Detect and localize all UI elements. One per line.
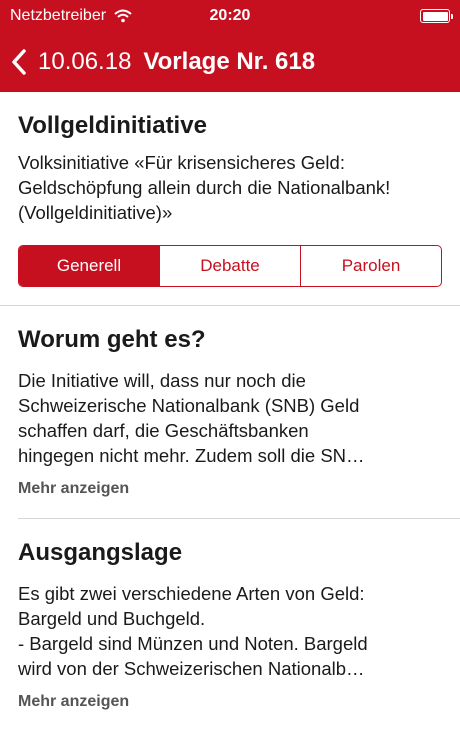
chevron-left-icon <box>12 49 26 75</box>
section-text-line: schaffen darf, die Geschäftsbanken <box>18 420 309 441</box>
section-worum-geht-es: Worum geht es? Die Initiative will, dass… <box>18 306 460 519</box>
top-bar: Netzbetreiber 20:20 10.06.18 Vorlage Nr.… <box>0 0 460 92</box>
tab-segmented-control: Generell Debatte Parolen <box>18 245 442 287</box>
section-text-line: Schweizerische Nationalbank (SNB) Geld <box>18 395 360 416</box>
tab-generell[interactable]: Generell <box>19 246 159 286</box>
battery-icon <box>420 9 453 23</box>
status-time: 20:20 <box>209 7 251 24</box>
page-title: Vorlage Nr. 618 <box>143 48 316 75</box>
section-text-line: - Bargeld sind Münzen und Noten. Bargeld <box>18 633 368 654</box>
section-text: Die Initiative will, dass nur noch die S… <box>18 368 442 468</box>
section-text-line: wird von der Schweizerischen Nationalb… <box>18 658 365 679</box>
section-text-line: Bargeld und Buchgeld. <box>18 608 206 629</box>
vote-description: Volksinitiative «Für krisensicheres Geld… <box>18 152 391 223</box>
section-text-line: Die Initiative will, dass nur noch die <box>18 370 306 391</box>
nav-bar: 10.06.18 Vorlage Nr. 618 <box>0 32 460 92</box>
show-more-link[interactable]: Mehr anzeigen <box>18 693 129 711</box>
back-button[interactable]: 10.06.18 <box>10 48 131 76</box>
vote-title: Vollgeldinitiative <box>18 112 207 139</box>
section-title: Ausgangslage <box>18 539 183 566</box>
battery-fill <box>422 11 448 21</box>
section-title: Worum geht es? <box>18 326 206 353</box>
status-bar: Netzbetreiber 20:20 <box>0 0 460 32</box>
section-text-line: hingegen nicht mehr. Zudem soll die SN… <box>18 445 365 466</box>
tab-parolen[interactable]: Parolen <box>300 246 441 286</box>
show-more-link[interactable]: Mehr anzeigen <box>18 480 129 498</box>
battery-indicator <box>420 9 453 23</box>
section-text-line: Es gibt zwei verschiedene Arten von Geld… <box>18 583 365 604</box>
section-ausgangslage: Ausgangslage Es gibt zwei verschiedene A… <box>18 519 460 731</box>
section-text: Es gibt zwei verschiedene Arten von Geld… <box>18 581 442 681</box>
vote-header: Vollgeldinitiative Volksinitiative «Für … <box>0 92 460 306</box>
tab-debatte[interactable]: Debatte <box>159 246 300 286</box>
back-label: 10.06.18 <box>38 48 132 75</box>
